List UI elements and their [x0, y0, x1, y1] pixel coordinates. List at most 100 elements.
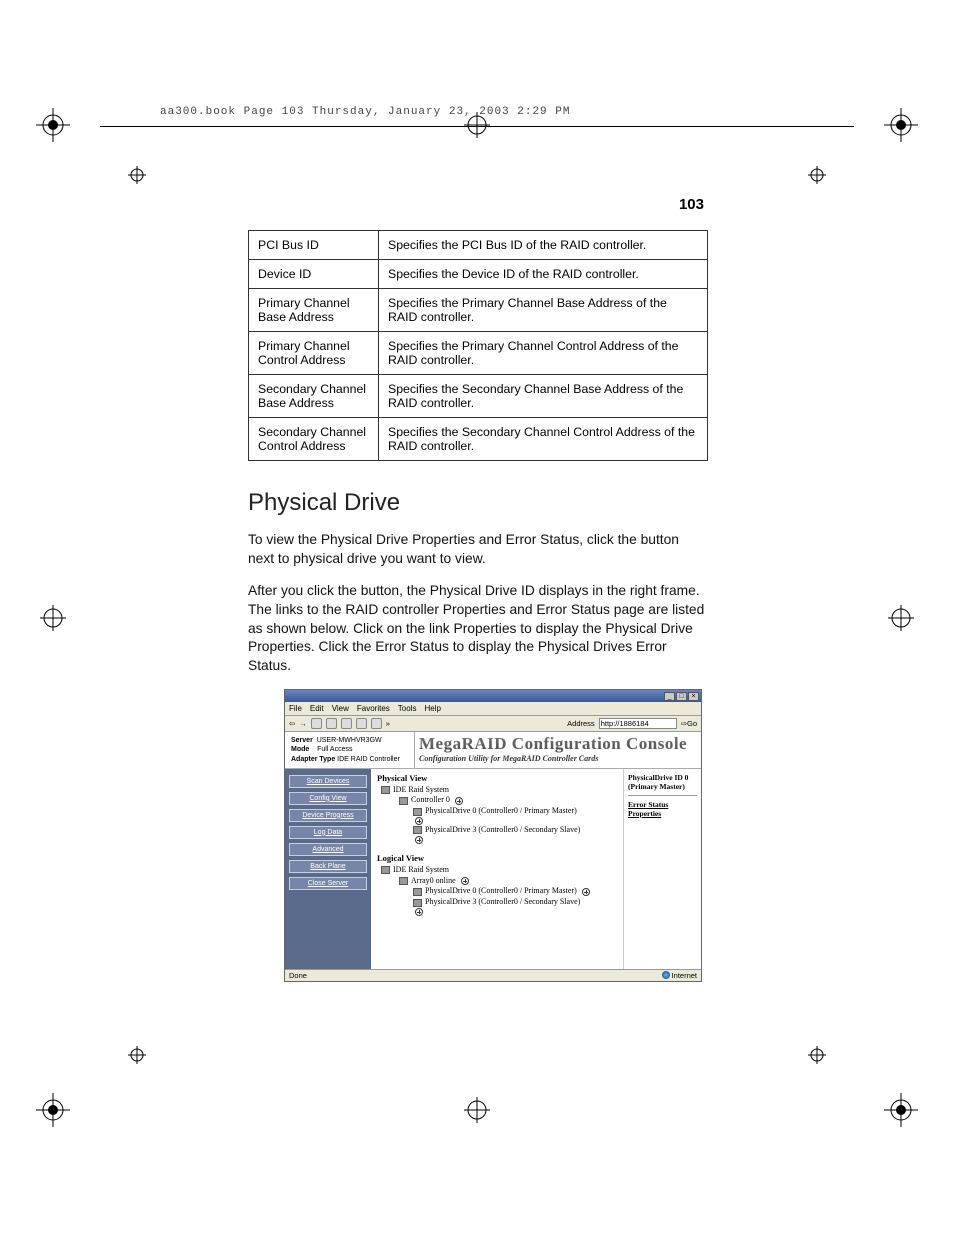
table-row: Secondary Channel Control AddressSpecifi… [249, 418, 708, 461]
link-properties[interactable]: Properties [628, 809, 697, 818]
stop-icon[interactable] [311, 718, 322, 729]
menu-file[interactable]: File [289, 704, 302, 713]
array-icon [399, 877, 408, 885]
registration-mark-icon [460, 1093, 494, 1127]
registration-mark-icon [36, 1093, 70, 1127]
go-button[interactable]: ⇨Go [681, 719, 697, 728]
table-row: Primary Channel Control AddressSpecifies… [249, 332, 708, 375]
app-banner: Server USER-MWHVR3GW Mode Full Access Ad… [285, 732, 701, 768]
logical-tree: IDE Raid System Array0 online PhysicalDr… [381, 865, 617, 916]
expand-icon[interactable] [461, 877, 469, 885]
prop-val: Specifies the Device ID of the RAID cont… [379, 260, 708, 289]
sidebar-item-close[interactable]: Close Server [289, 877, 367, 890]
sidebar-item-progress[interactable]: Device Progress [289, 809, 367, 822]
right-panel-title: PhysicalDrive ID 0 (Primary Master) [628, 773, 697, 791]
drive-icon [413, 888, 422, 896]
body-paragraph: To view the Physical Drive Properties an… [248, 531, 708, 568]
prop-key: Secondary Channel Base Address [249, 375, 379, 418]
prop-key: Primary Channel Base Address [249, 289, 379, 332]
menu-view[interactable]: View [332, 704, 349, 713]
browser-toolbar: ⇦ → » Address ⇨Go [285, 716, 701, 732]
window-titlebar: _ □ × [285, 690, 701, 702]
address-label: Address [567, 719, 595, 728]
table-row: Secondary Channel Base AddressSpecifies … [249, 375, 708, 418]
banner-logo: MegaRAID Configuration Console Configura… [415, 732, 701, 767]
forward-icon[interactable]: → [299, 719, 307, 728]
registration-mark-icon [808, 1046, 826, 1069]
sidebar-item-log[interactable]: Log Data [289, 826, 367, 839]
expand-icon[interactable] [455, 797, 463, 805]
link-error-status[interactable]: Error Status [628, 800, 697, 809]
refresh-icon[interactable] [326, 718, 337, 729]
running-header: aa300.book Page 103 Thursday, January 23… [160, 106, 570, 118]
system-icon [381, 786, 390, 794]
registration-mark-icon [36, 108, 70, 142]
search-icon[interactable] [356, 718, 367, 729]
home-icon[interactable] [341, 718, 352, 729]
physical-tree: IDE Raid System Controller 0 PhysicalDri… [381, 785, 617, 844]
prop-val: Specifies the Primary Channel Base Addre… [379, 289, 708, 332]
prop-val: Specifies the Secondary Channel Base Add… [379, 375, 708, 418]
expand-icon[interactable] [415, 908, 423, 916]
app-center: Physical View IDE Raid System Controller… [371, 769, 623, 969]
prop-val: Specifies the Secondary Channel Control … [379, 418, 708, 461]
registration-mark-icon [36, 601, 70, 635]
controller-icon [399, 797, 408, 805]
favorites-icon[interactable] [371, 718, 382, 729]
status-text: Done [289, 971, 307, 980]
sidebar-item-scan[interactable]: Scan Devices [289, 775, 367, 788]
maximize-icon[interactable]: □ [676, 692, 687, 701]
registration-mark-icon [128, 1046, 146, 1069]
sidebar-item-backplane[interactable]: Back Plane [289, 860, 367, 873]
header-rule [100, 126, 854, 127]
prop-key: Primary Channel Control Address [249, 332, 379, 375]
menu-edit[interactable]: Edit [310, 704, 324, 713]
registration-mark-icon [128, 166, 146, 189]
minimize-icon[interactable]: _ [664, 692, 675, 701]
internet-zone-icon [662, 971, 670, 979]
page-number: 103 [679, 196, 704, 213]
prop-key: Secondary Channel Control Address [249, 418, 379, 461]
logical-view-title: Logical View [377, 853, 617, 863]
prop-val: Specifies the PCI Bus ID of the RAID con… [379, 231, 708, 260]
body-paragraph: After you click the button, the Physical… [248, 582, 708, 675]
registration-mark-icon [884, 601, 918, 635]
prop-key: PCI Bus ID [249, 231, 379, 260]
expand-icon[interactable] [582, 888, 590, 896]
app-logo: MegaRAID Configuration Console [419, 734, 701, 754]
back-icon[interactable]: ⇦ [289, 719, 295, 728]
browser-menubar: File Edit View Favorites Tools Help [285, 702, 701, 716]
app-sidebar: Scan Devices Config View Device Progress… [285, 769, 371, 969]
registration-mark-icon [884, 1093, 918, 1127]
drive-icon [413, 826, 422, 834]
registration-mark-icon [884, 108, 918, 142]
banner-info: Server USER-MWHVR3GW Mode Full Access Ad… [285, 732, 415, 767]
sidebar-item-advanced[interactable]: Advanced [289, 843, 367, 856]
section-heading: Physical Drive [248, 489, 708, 517]
app-right-panel: PhysicalDrive ID 0 (Primary Master) Erro… [623, 769, 701, 969]
table-row: PCI Bus IDSpecifies the PCI Bus ID of th… [249, 231, 708, 260]
drive-icon [413, 899, 422, 907]
drive-icon [413, 808, 422, 816]
physical-view-title: Physical View [377, 773, 617, 783]
menu-tools[interactable]: Tools [398, 704, 417, 713]
expand-icon[interactable] [415, 836, 423, 844]
expand-icon[interactable] [415, 817, 423, 825]
prop-key: Device ID [249, 260, 379, 289]
menu-help[interactable]: Help [424, 704, 440, 713]
app-logo-subtitle: Configuration Utility for MegaRAID Contr… [419, 754, 701, 763]
page-content: PCI Bus IDSpecifies the PCI Bus ID of th… [248, 230, 708, 982]
close-icon[interactable]: × [688, 692, 699, 701]
browser-statusbar: Done Internet [285, 969, 701, 981]
prop-val: Specifies the Primary Channel Control Ad… [379, 332, 708, 375]
registration-mark-icon [808, 166, 826, 189]
embedded-screenshot: _ □ × File Edit View Favorites Tools Hel… [284, 689, 702, 981]
zone-text: Internet [672, 971, 697, 980]
system-icon [381, 866, 390, 874]
table-row: Device IDSpecifies the Device ID of the … [249, 260, 708, 289]
menu-favorites[interactable]: Favorites [357, 704, 390, 713]
properties-table: PCI Bus IDSpecifies the PCI Bus ID of th… [248, 230, 708, 461]
address-input[interactable] [599, 718, 677, 729]
sidebar-item-config[interactable]: Config View [289, 792, 367, 805]
table-row: Primary Channel Base AddressSpecifies th… [249, 289, 708, 332]
